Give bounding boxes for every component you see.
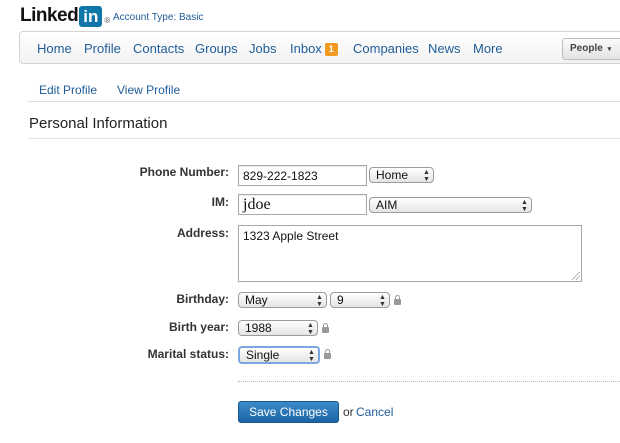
address-label: Address:	[176, 226, 229, 240]
tab-edit-profile[interactable]: Edit Profile	[39, 83, 97, 97]
account-type-link[interactable]: Account Type: Basic	[113, 12, 203, 23]
birth-year-label: Birth year:	[168, 320, 229, 334]
nav-item-groups[interactable]: Groups	[195, 41, 238, 56]
logo-in-box: in	[79, 5, 103, 27]
marital-status-label: Marital status:	[147, 347, 229, 361]
phone-label: Phone Number:	[139, 165, 229, 179]
or-text: or	[343, 405, 354, 419]
dotted-divider	[238, 381, 620, 382]
birthday-label: Birthday:	[176, 292, 229, 306]
select-arrows-icon: ▲ ▼	[307, 322, 314, 336]
nav-item-news[interactable]: News	[428, 41, 461, 56]
im-type-select[interactable]: AIM ▲ ▼	[369, 197, 532, 213]
save-changes-button[interactable]: Save Changes	[238, 401, 339, 423]
marital-status-value: Single	[246, 348, 280, 362]
logo-registered-mark: ®	[104, 15, 111, 25]
nav-item-jobs[interactable]: Jobs	[249, 41, 276, 56]
nav-item-inbox[interactable]: Inbox 1	[290, 41, 338, 56]
lock-icon	[324, 349, 331, 359]
inbox-count-badge: 1	[324, 43, 338, 56]
resize-handle-icon[interactable]	[572, 272, 580, 280]
linkedin-logo[interactable]: Linked in ®	[20, 4, 110, 28]
address-textarea[interactable]: 1323 Apple Street	[238, 225, 582, 282]
im-input[interactable]: jdoe	[238, 194, 367, 215]
chevron-down-icon: ▾	[607, 46, 612, 53]
select-arrows-icon: ▲ ▼	[521, 199, 528, 213]
nav-item-contacts[interactable]: Contacts	[133, 41, 184, 56]
nav-item-inbox-label: Inbox	[290, 41, 322, 56]
birth-year-select[interactable]: 1988 ▲ ▼	[238, 320, 318, 336]
nav-item-more[interactable]: More	[473, 41, 503, 56]
phone-type-value: Home	[376, 168, 409, 182]
lock-icon	[322, 323, 329, 333]
divider	[28, 101, 620, 102]
lock-icon	[394, 295, 401, 305]
main-nav-bar: Home Profile Contacts Groups Jobs Inbox 1…	[19, 31, 620, 64]
people-label: People	[570, 43, 603, 54]
divider	[28, 138, 620, 139]
birth-year-value: 1988	[245, 321, 272, 335]
birthday-month-value: May	[245, 293, 268, 307]
phone-input[interactable]: 829-222-1823	[238, 165, 367, 186]
marital-status-select[interactable]: Single ▲ ▼	[238, 346, 320, 364]
birthday-day-value: 9	[337, 293, 344, 307]
address-value: 1323 Apple Street	[243, 229, 339, 243]
tab-view-profile[interactable]: View Profile	[117, 83, 180, 97]
birthday-day-select[interactable]: 9 ▲ ▼	[330, 292, 390, 308]
select-arrows-icon: ▲ ▼	[423, 169, 430, 183]
cancel-link[interactable]: Cancel	[356, 405, 393, 419]
section-title: Personal Information	[29, 115, 168, 132]
im-label: IM:	[211, 195, 229, 209]
birthday-month-select[interactable]: May ▲ ▼	[238, 292, 327, 308]
nav-item-profile[interactable]: Profile	[84, 41, 121, 56]
logo-word: Linked	[20, 5, 79, 26]
nav-item-companies[interactable]: Companies	[353, 41, 419, 56]
im-type-value: AIM	[376, 198, 398, 212]
select-arrows-icon: ▲ ▼	[308, 349, 315, 363]
nav-item-home[interactable]: Home	[37, 41, 72, 56]
select-arrows-icon: ▲ ▼	[379, 294, 386, 308]
select-arrows-icon: ▲ ▼	[316, 294, 323, 308]
people-search-dropdown[interactable]: People ▾	[562, 38, 620, 60]
phone-type-select[interactable]: Home ▲ ▼	[369, 167, 434, 183]
